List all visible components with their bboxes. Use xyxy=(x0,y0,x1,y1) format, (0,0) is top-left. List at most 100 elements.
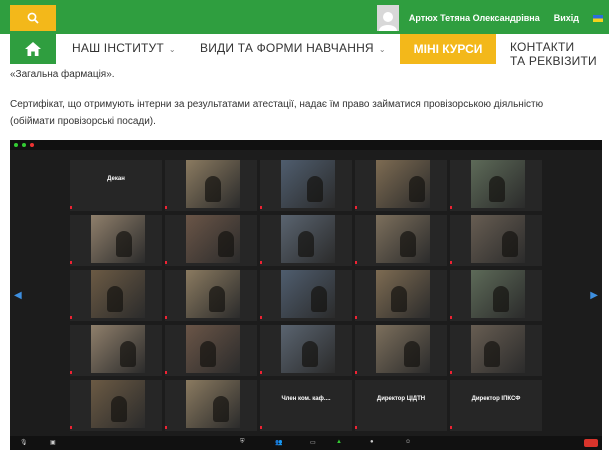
muted-mic-icon xyxy=(165,206,167,209)
muted-mic-icon xyxy=(70,261,72,264)
person-silhouette xyxy=(409,176,425,202)
avatar[interactable] xyxy=(376,5,399,31)
participant-tile: Директор ЦІДТН xyxy=(355,380,447,431)
muted-mic-icon xyxy=(450,316,452,319)
muted-mic-icon xyxy=(70,316,72,319)
next-page-arrow-icon[interactable]: ▶ xyxy=(590,290,598,301)
participant-tile xyxy=(70,270,162,321)
participant-name: Член ком. каф.... xyxy=(281,396,331,402)
muted-mic-icon xyxy=(355,316,357,319)
video-icon[interactable]: ▣ xyxy=(50,439,56,446)
participant-video xyxy=(186,380,240,428)
record-dot-icon xyxy=(30,143,34,147)
participants-icon[interactable]: 👥 xyxy=(275,439,282,446)
participant-tile xyxy=(165,215,257,266)
share-screen-icon[interactable]: ▲ xyxy=(336,439,342,445)
chat-icon[interactable]: ▭ xyxy=(310,439,316,446)
participant-video xyxy=(471,215,525,263)
muted-mic-icon xyxy=(355,206,357,209)
zoom-title-bar xyxy=(10,140,602,150)
participant-video xyxy=(91,215,145,263)
logout-link[interactable]: Вихід xyxy=(554,13,579,23)
participant-video xyxy=(91,270,145,318)
muted-mic-icon xyxy=(165,261,167,264)
person-silhouette xyxy=(209,286,225,312)
participant-video xyxy=(471,325,525,373)
muted-mic-icon xyxy=(260,261,262,264)
participant-video xyxy=(376,325,430,373)
participant-tile xyxy=(165,160,257,211)
person-silhouette xyxy=(502,231,518,257)
chevron-down-icon: ⌄ xyxy=(168,45,176,54)
muted-mic-icon xyxy=(355,426,357,429)
participant-tile xyxy=(70,215,162,266)
person-silhouette xyxy=(489,176,505,202)
person-silhouette xyxy=(484,341,500,367)
muted-mic-icon xyxy=(165,371,167,374)
mute-icon[interactable]: 🎙 xyxy=(20,439,28,446)
muted-mic-icon xyxy=(355,371,357,374)
participant-tile xyxy=(450,215,542,266)
participant-tile xyxy=(450,325,542,376)
person-silhouette xyxy=(311,286,327,312)
paragraph-intro: «Загальна фармація». xyxy=(10,69,115,80)
person-silhouette xyxy=(391,286,407,312)
nav-item-contacts[interactable]: КОНТАКТИ ТА РЕКВІЗИТИ xyxy=(510,40,597,68)
muted-mic-icon xyxy=(450,206,452,209)
muted-mic-icon xyxy=(70,426,72,429)
user-area: Артюх Тетяна Олександрівна Вихід xyxy=(376,5,609,31)
nav-item-label: ВИДИ ТА ФОРМИ НАВЧАННЯ xyxy=(200,41,374,55)
prev-page-arrow-icon[interactable]: ◀ xyxy=(14,290,22,301)
person-silhouette xyxy=(404,341,420,367)
status-dot-icon xyxy=(22,143,26,147)
person-silhouette xyxy=(116,231,132,257)
muted-mic-icon xyxy=(260,426,262,429)
person-silhouette xyxy=(107,286,123,312)
participant-tile xyxy=(355,160,447,211)
participant-tile xyxy=(165,380,257,431)
reactions-icon[interactable]: ☺ xyxy=(405,439,411,445)
participant-video xyxy=(186,215,240,263)
muted-mic-icon xyxy=(70,371,72,374)
ukraine-flag-icon[interactable] xyxy=(593,14,603,22)
nav-item-mini-courses[interactable]: МІНІ КУРСИ xyxy=(400,34,496,64)
person-silhouette xyxy=(205,176,221,202)
chevron-down-icon: ⌄ xyxy=(378,45,386,54)
record-icon[interactable]: ● xyxy=(370,439,374,445)
participant-tile xyxy=(165,270,257,321)
participant-name: Декан xyxy=(107,176,125,182)
muted-mic-icon xyxy=(165,316,167,319)
home-button[interactable] xyxy=(10,34,56,64)
participant-video xyxy=(91,380,145,428)
participant-tile xyxy=(260,270,352,321)
nav-item-study-forms[interactable]: ВИДИ ТА ФОРМИ НАВЧАННЯ ⌄ xyxy=(200,41,386,55)
search-button[interactable] xyxy=(10,5,56,31)
muted-mic-icon xyxy=(450,371,452,374)
participant-video xyxy=(186,270,240,318)
participant-tile xyxy=(260,215,352,266)
participant-video xyxy=(281,325,335,373)
nav-item-institute[interactable]: НАШ ІНСТИТУТ ⌄ xyxy=(72,41,176,55)
participant-tile xyxy=(165,325,257,376)
muted-mic-icon xyxy=(260,316,262,319)
participant-tile xyxy=(70,380,162,431)
top-bar: Артюх Тетяна Олександрівна Вихід xyxy=(0,0,609,34)
security-icon[interactable]: ⛨ xyxy=(240,439,245,446)
muted-mic-icon xyxy=(450,426,452,429)
participant-tile xyxy=(355,270,447,321)
user-name-link[interactable]: Артюх Тетяна Олександрівна xyxy=(409,13,540,23)
participant-video xyxy=(91,325,145,373)
participant-video xyxy=(376,215,430,263)
person-silhouette xyxy=(298,231,314,257)
participant-tile xyxy=(260,325,352,376)
end-meeting-button[interactable] xyxy=(584,439,598,447)
nav-contacts-line1: КОНТАКТИ xyxy=(510,40,575,54)
muted-mic-icon xyxy=(165,426,167,429)
participant-video xyxy=(281,215,335,263)
participant-video xyxy=(376,270,430,318)
participant-tile: Декан xyxy=(70,160,162,211)
participant-tile: Директор ІПКСФ xyxy=(450,380,542,431)
muted-mic-icon xyxy=(260,371,262,374)
participant-tile: Член ком. каф.... xyxy=(260,380,352,431)
person-silhouette xyxy=(493,286,509,312)
